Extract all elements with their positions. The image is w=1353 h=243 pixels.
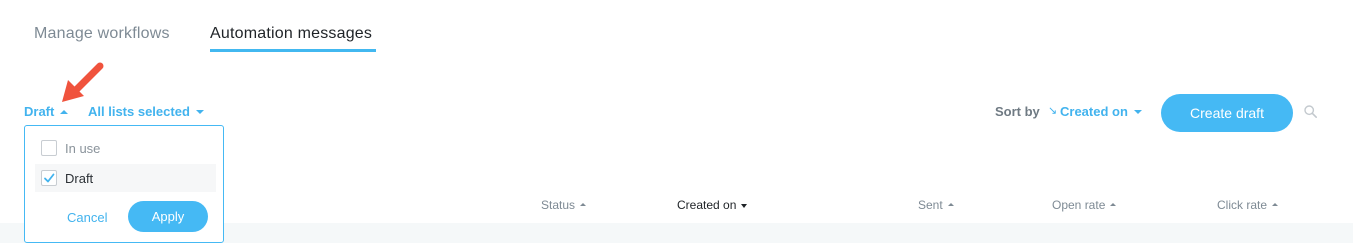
sort-desc-icon — [741, 203, 748, 208]
column-header-status[interactable]: Status — [541, 198, 587, 212]
sort-field-label: Created on — [1060, 104, 1128, 119]
filter-option-draft[interactable]: Draft — [35, 164, 216, 192]
filter-option-in-use[interactable]: In use — [35, 134, 216, 162]
sort-field-dropdown[interactable]: Created on — [1060, 104, 1142, 119]
status-filter-menu: In use Draft Cancel Apply — [24, 125, 224, 243]
sort-asc-icon — [580, 203, 587, 207]
tab-automation-messages[interactable]: Automation messages — [210, 25, 372, 43]
column-label: Click rate — [1217, 198, 1268, 212]
column-label: Created on — [677, 198, 737, 212]
checkmark-icon — [44, 173, 55, 183]
sort-asc-icon — [947, 203, 954, 207]
active-tab-indicator — [210, 49, 376, 52]
column-header-sent[interactable]: Sent — [918, 198, 954, 212]
search-icon[interactable] — [1304, 105, 1317, 118]
status-filter-label: Draft — [24, 104, 55, 119]
draft-checkbox[interactable] — [41, 170, 57, 186]
caret-down-icon — [1133, 109, 1142, 114]
option-label: In use — [65, 141, 101, 156]
apply-button[interactable]: Apply — [128, 201, 208, 232]
column-header-created-on[interactable]: Created on — [677, 198, 748, 212]
column-header-open-rate[interactable]: Open rate — [1052, 198, 1117, 212]
sort-direction-icon[interactable]: ↘ — [1048, 104, 1057, 117]
sort-asc-icon — [1110, 203, 1117, 207]
caret-down-icon — [195, 109, 204, 114]
option-label: Draft — [65, 171, 94, 186]
lists-filter-label: All lists selected — [88, 104, 190, 119]
column-label: Status — [541, 198, 576, 212]
status-filter-dropdown[interactable]: Draft — [24, 104, 69, 119]
column-header-click-rate[interactable]: Click rate — [1217, 198, 1279, 212]
annotation-arrow-icon — [62, 62, 104, 102]
sort-asc-icon — [1272, 203, 1279, 207]
column-label: Open rate — [1052, 198, 1106, 212]
tab-manage-workflows[interactable]: Manage workflows — [34, 25, 170, 43]
tab-bar: Manage workflows Automation messages — [0, 0, 1353, 60]
lists-filter-dropdown[interactable]: All lists selected — [88, 104, 204, 119]
create-draft-button[interactable]: Create draft — [1161, 94, 1293, 132]
cancel-button[interactable]: Cancel — [67, 210, 107, 225]
sort-by-label: Sort by — [995, 104, 1040, 119]
caret-up-icon — [60, 109, 69, 114]
column-label: Sent — [918, 198, 943, 212]
in-use-checkbox[interactable] — [41, 140, 57, 156]
